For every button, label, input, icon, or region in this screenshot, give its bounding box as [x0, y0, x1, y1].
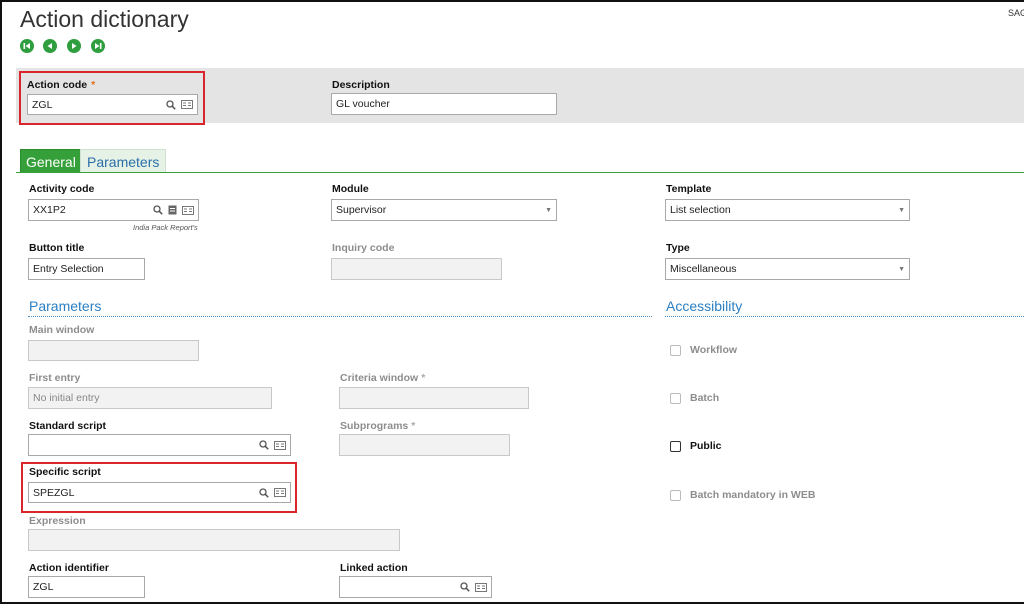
action-code-label: Action code *: [27, 79, 96, 91]
search-icon[interactable]: [153, 205, 163, 215]
criteria-window-label: Criteria window *: [340, 372, 426, 384]
search-icon[interactable]: [259, 440, 269, 450]
selection-list-icon[interactable]: [182, 205, 194, 215]
action-identifier-field[interactable]: ZGL: [28, 576, 145, 598]
batch-checkbox[interactable]: [670, 393, 681, 404]
type-select[interactable]: Miscellaneous ▼: [665, 258, 910, 280]
subprograms-field: [339, 434, 510, 456]
first-entry-field: No initial entry: [28, 387, 272, 409]
linked-action-label: Linked action: [340, 562, 408, 574]
standard-script-label: Standard script: [29, 420, 107, 432]
button-title-field[interactable]: Entry Selection: [28, 258, 145, 280]
next-record-button[interactable]: [67, 39, 81, 53]
module-select[interactable]: Supervisor ▼: [331, 199, 557, 221]
last-record-button[interactable]: [91, 39, 105, 53]
batch-label: Batch: [690, 392, 720, 404]
tab-parameters[interactable]: Parameters: [80, 149, 167, 173]
next-record-icon: [72, 43, 77, 49]
parameters-section-divider: [28, 316, 652, 317]
last-record-icon: [95, 43, 102, 49]
button-title-label: Button title: [29, 242, 85, 254]
search-icon[interactable]: [259, 487, 269, 498]
main-window-field: [28, 340, 199, 361]
action-dictionary-window: Action dictionary SAG Action code* ZGL D…: [0, 0, 1024, 604]
document-icon[interactable]: [168, 205, 177, 215]
batch-mandatory-web-checkbox[interactable]: [670, 490, 681, 501]
dropdown-arrow-icon: ▼: [898, 206, 905, 214]
first-record-button[interactable]: [20, 39, 34, 53]
template-label: Template: [666, 183, 712, 195]
expression-label: Expression: [29, 515, 86, 527]
corner-text: SAG: [1008, 8, 1024, 18]
previous-record-button[interactable]: [43, 39, 57, 53]
tab-general[interactable]: General: [20, 149, 82, 173]
subprograms-label: Subprograms *: [340, 420, 416, 432]
selection-list-icon[interactable]: [274, 488, 286, 497]
previous-record-icon: [47, 43, 52, 49]
inquiry-code-label: Inquiry code: [332, 242, 395, 254]
activity-code-label: Activity code: [29, 183, 95, 195]
public-checkbox[interactable]: [670, 441, 681, 452]
page-title: Action dictionary: [20, 6, 189, 32]
module-label: Module: [332, 183, 369, 195]
main-window-label: Main window: [29, 324, 95, 336]
activity-code-caption: India Pack Report's: [133, 223, 198, 232]
dropdown-arrow-icon: ▼: [898, 265, 905, 273]
search-icon[interactable]: [166, 99, 176, 110]
accessibility-section-divider: [665, 316, 1024, 317]
tab-underline: [16, 172, 1024, 173]
action-identifier-label: Action identifier: [29, 562, 109, 574]
description-label: Description: [332, 79, 390, 91]
selection-list-icon[interactable]: [181, 100, 193, 109]
search-icon[interactable]: [460, 582, 470, 592]
linked-action-field[interactable]: [339, 576, 492, 598]
first-record-icon: [23, 43, 30, 49]
specific-script-field[interactable]: SPEZGL: [28, 482, 291, 503]
standard-script-field[interactable]: [28, 434, 291, 456]
action-code-field[interactable]: ZGL: [27, 94, 198, 115]
inquiry-code-field: [331, 258, 502, 280]
workflow-label: Workflow: [690, 344, 738, 356]
selection-list-icon[interactable]: [274, 440, 286, 450]
selection-list-icon[interactable]: [475, 582, 487, 592]
public-label: Public: [690, 440, 722, 452]
template-select[interactable]: List selection ▼: [665, 199, 910, 221]
activity-code-field[interactable]: XX1P2: [28, 199, 199, 221]
batch-mandatory-web-label: Batch mandatory in WEB: [690, 489, 816, 501]
description-field[interactable]: GL voucher: [331, 93, 557, 115]
type-label: Type: [666, 242, 690, 254]
first-entry-label: First entry: [29, 372, 81, 384]
criteria-window-field: [339, 387, 529, 409]
expression-field: [28, 529, 400, 551]
parameters-section-title: Parameters: [29, 298, 102, 314]
workflow-checkbox[interactable]: [670, 345, 681, 356]
specific-script-label: Specific script: [29, 466, 101, 478]
dropdown-arrow-icon: ▼: [545, 206, 552, 214]
accessibility-section-title: Accessibility: [666, 298, 743, 314]
required-mark: *: [91, 79, 96, 91]
